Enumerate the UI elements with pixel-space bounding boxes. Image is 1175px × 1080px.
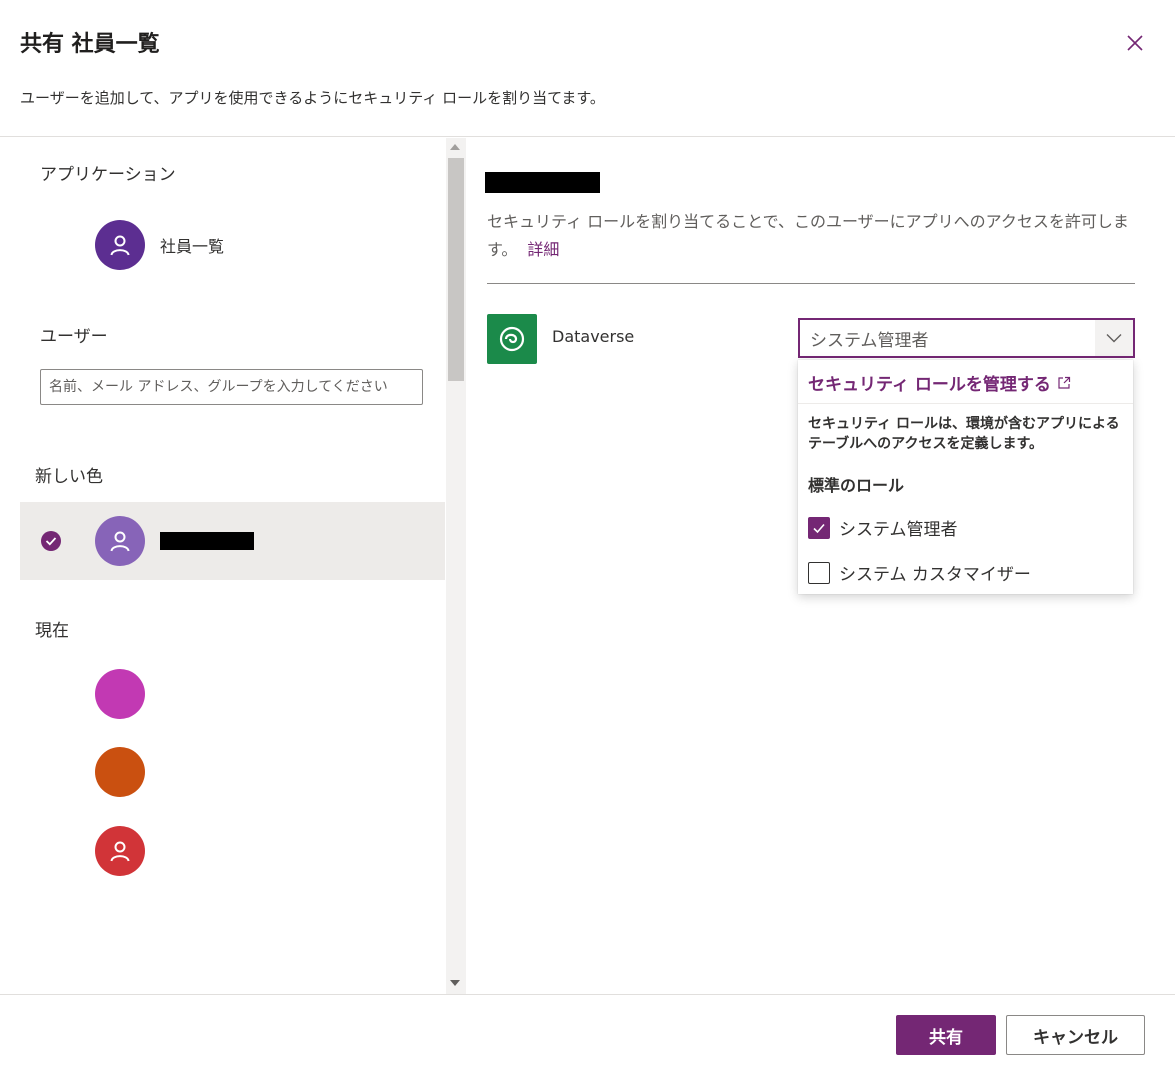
users-section-label: ユーザー <box>40 327 108 347</box>
user-search-input[interactable] <box>40 369 423 405</box>
dataverse-icon <box>499 326 525 352</box>
security-role-dropdown[interactable]: システム管理者 <box>798 318 1135 358</box>
redacted-selected-user <box>485 172 600 193</box>
header-divider <box>0 136 1175 137</box>
role-option-system-customizer[interactable]: システム カスタマイザー <box>808 560 1031 585</box>
current-section-label: 現在 <box>35 621 69 641</box>
close-button[interactable] <box>1124 32 1146 54</box>
current-user-avatar <box>95 747 145 797</box>
manage-roles-label: セキュリティ ロールを管理する <box>808 375 1051 395</box>
menu-info-text: セキュリティ ロールは、環境が含むアプリによるテーブルへのアクセスを定義します。 <box>808 416 1120 452</box>
redacted-user-name <box>160 532 254 550</box>
manage-roles-link[interactable]: セキュリティ ロールを管理する <box>808 370 1071 395</box>
share-button[interactable]: 共有 <box>896 1015 996 1055</box>
details-link[interactable]: 詳細 <box>527 240 559 259</box>
role-option-label: システム カスタマイザー <box>839 565 1031 585</box>
checkbox[interactable] <box>808 561 830 584</box>
app-avatar <box>95 220 145 270</box>
person-icon <box>110 841 130 862</box>
right-divider <box>487 283 1135 284</box>
checkbox[interactable] <box>808 516 830 539</box>
menu-divider <box>798 403 1133 404</box>
current-user-avatar <box>95 669 145 719</box>
check-circle-icon <box>41 531 61 551</box>
dialog-subtitle: ユーザーを追加して、アプリを使用できるようにセキュリティ ロールを割り当てます。 <box>20 89 605 107</box>
role-option-label: システム管理者 <box>839 520 958 540</box>
role-description: セキュリティ ロールを割り当てることで、このユーザーにアプリへのアクセスを許可し… <box>487 212 1129 259</box>
app-name: 社員一覧 <box>160 237 225 256</box>
scrollbar-thumb[interactable] <box>448 158 464 381</box>
person-icon <box>110 235 130 256</box>
cancel-button[interactable]: キャンセル <box>1006 1015 1145 1055</box>
selected-check[interactable] <box>40 530 62 552</box>
chevron-down-icon[interactable] <box>1095 320 1133 356</box>
dataverse-logo <box>487 314 537 364</box>
close-icon <box>1127 35 1143 51</box>
dialog-title: 共有 社員一覧 <box>20 32 160 57</box>
scroll-down-arrow-icon[interactable] <box>450 980 460 986</box>
connector-name: Dataverse <box>552 327 635 346</box>
dropdown-value: システム管理者 <box>810 330 929 351</box>
person-icon <box>110 531 130 552</box>
role-option-system-admin[interactable]: システム管理者 <box>808 515 958 540</box>
new-user-avatar <box>95 516 145 566</box>
app-section-label: アプリケーション <box>40 165 176 185</box>
checkmark-icon <box>813 523 825 533</box>
scroll-up-arrow-icon[interactable] <box>450 144 460 150</box>
footer-divider <box>0 994 1175 995</box>
current-user-avatar <box>95 826 145 876</box>
new-section-label: 新しい色 <box>35 467 103 487</box>
external-link-icon <box>1058 376 1071 389</box>
menu-group-label: 標準のロール <box>808 476 905 495</box>
